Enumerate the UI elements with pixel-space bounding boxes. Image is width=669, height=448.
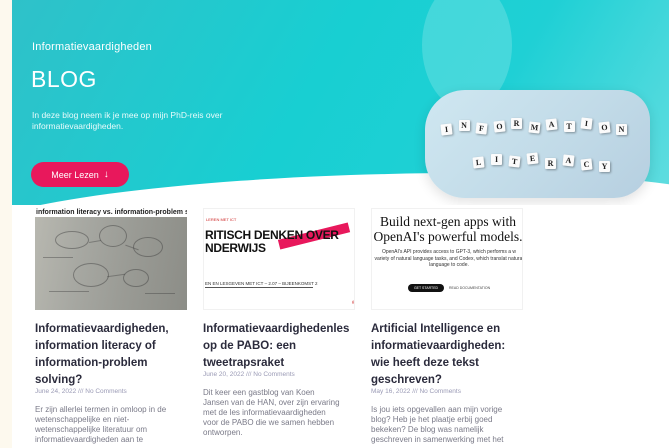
meta-separator: /// bbox=[78, 388, 84, 395]
excerpt-line: Dit keer een gastblog van Koen bbox=[203, 388, 315, 397]
post-title-line: information literacy of bbox=[35, 340, 156, 352]
excerpt-line: geschreven in samenwerking met het bbox=[371, 435, 504, 444]
excerpt-line: wetenschappelijke en niet- bbox=[35, 415, 130, 424]
arrow-down-icon: ↓ bbox=[103, 169, 109, 180]
post-excerpt: Is jou iets opgevallen aan mijn vorige b… bbox=[371, 405, 521, 445]
post-title-line: geschreven? bbox=[371, 374, 442, 386]
read-more-label: Meer Lezen bbox=[51, 169, 99, 180]
letter-tile: N bbox=[458, 120, 470, 131]
letter-tile: C bbox=[580, 158, 593, 171]
letter-tile: M bbox=[527, 121, 541, 134]
post-title-line: tweetrapsraket bbox=[203, 357, 285, 369]
excerpt-line: met de les informatievaardigheden bbox=[203, 408, 326, 417]
excerpt-line: Is jou iets opgevallen aan mijn vorige bbox=[371, 405, 503, 414]
letter-tile: N bbox=[616, 124, 627, 135]
letter-tile: Y bbox=[599, 161, 610, 172]
post-date: June 20, 2022 bbox=[203, 371, 245, 378]
post-date: May 16, 2022 bbox=[371, 388, 411, 395]
excerpt-line: ontworpen. bbox=[203, 428, 243, 437]
hero-banner: Informatievaardigheden BLOG In deze blog… bbox=[12, 0, 669, 205]
letter-tile: R bbox=[511, 118, 522, 129]
thumbnail-heading-line: NDERWIJS bbox=[205, 241, 266, 255]
meta-separator: /// bbox=[246, 371, 252, 378]
post-title-link[interactable]: Artificial Intelligence en informatievaa… bbox=[371, 321, 531, 389]
letter-tile: E bbox=[526, 152, 539, 165]
letter-tile: O bbox=[597, 121, 611, 134]
excerpt-line: Er zijn allerlei termen in omloop in de bbox=[35, 405, 167, 414]
post-thumbnail[interactable]: LEREN MET ICT RITISCH DENKEN OVER NDERWI… bbox=[203, 208, 355, 310]
thumbnail-heading: RITISCH DENKEN OVER NDERWIJS bbox=[205, 229, 339, 255]
hero-description: In deze blog neem ik je mee op mijn PhD-… bbox=[32, 110, 223, 131]
thumbnail-heading-line: Build next-gen apps with bbox=[379, 214, 517, 229]
letter-tile: L bbox=[472, 156, 485, 169]
post-comments-link[interactable]: No Comments bbox=[419, 388, 461, 395]
post-title-line: Informatievaardighedenles bbox=[203, 323, 350, 335]
letter-tile: T bbox=[508, 155, 521, 168]
read-more-button[interactable]: Meer Lezen ↓ bbox=[31, 162, 129, 187]
excerpt-line: wetenschappelijke literatuur om bbox=[35, 425, 148, 434]
excerpt-line: informatievaardigheden aan te bbox=[35, 435, 144, 444]
post-title-line: solving? bbox=[35, 374, 83, 386]
page-frame: Informatievaardigheden BLOG In deze blog… bbox=[12, 0, 669, 448]
blog-post-list: information literacy vs. information-pro… bbox=[12, 208, 669, 448]
post-title-link[interactable]: Informatievaardighedenles op de PABO: ee… bbox=[203, 321, 363, 372]
excerpt-line: blog? Heb je het plaatje erbij goed bbox=[371, 415, 493, 424]
post-meta: May 16, 2022 /// No Comments bbox=[371, 388, 461, 395]
thumbnail-footer: EN EN LESGEVEN MET ICT – 2.07 – BIJEENKO… bbox=[205, 281, 318, 286]
post-title-line: informatievaardigheden: bbox=[371, 340, 506, 352]
meta-separator: /// bbox=[412, 388, 418, 395]
information-literacy-image: INFORMATION LITERACY bbox=[425, 90, 650, 198]
blog-post-card: Build next-gen apps with OpenAI's powerf… bbox=[371, 208, 523, 444]
excerpt-line: bekeken? De blog was namelijk bbox=[371, 425, 484, 434]
letter-tile: I bbox=[580, 117, 593, 130]
letter-tile: A bbox=[545, 118, 558, 131]
post-comments-link[interactable]: No Comments bbox=[253, 371, 295, 378]
letter-tile: I bbox=[491, 154, 502, 165]
page-title: BLOG bbox=[31, 66, 97, 92]
post-thumbnail[interactable]: Build next-gen apps with OpenAI's powerf… bbox=[371, 208, 523, 310]
post-excerpt: Er zijn allerlei termen in omloop in de … bbox=[35, 405, 185, 445]
post-title-line: Informatievaardigheden, bbox=[35, 323, 169, 335]
post-title-line: op de PABO: een bbox=[203, 340, 297, 352]
post-meta: June 20, 2022 /// No Comments bbox=[203, 371, 295, 378]
post-date: June 24, 2022 bbox=[35, 388, 77, 395]
thumbnail-heading: Build next-gen apps with OpenAI's powerf… bbox=[372, 214, 523, 244]
hero-subtitle: Informatievaardigheden bbox=[32, 41, 152, 53]
thumbnail-underline bbox=[205, 287, 313, 288]
excerpt-line: Jansen van de HAN, over zijn ervaring bbox=[203, 398, 340, 407]
thumbnail-tag: LEREN MET ICT bbox=[206, 217, 237, 222]
letter-tile: F bbox=[475, 122, 488, 135]
excerpt-line: voor de PABO die we samen hebben bbox=[203, 418, 335, 427]
letter-tile: I bbox=[440, 123, 453, 136]
thumbnail-description: OpenAI's API provides access to GPT-3, w… bbox=[374, 249, 523, 268]
thumbnail-get-started-button: GET STARTED bbox=[408, 284, 444, 292]
letter-tile: A bbox=[562, 154, 575, 167]
post-comments-link[interactable]: No Comments bbox=[85, 388, 127, 395]
blog-post-card: information literacy vs. information-pro… bbox=[35, 208, 187, 444]
post-excerpt: Dit keer een gastblog van Koen Jansen va… bbox=[203, 388, 353, 438]
post-title-line: information-problem bbox=[35, 357, 148, 369]
thumbnail-corner-mark: # bbox=[352, 300, 355, 306]
letter-tile: T bbox=[563, 121, 575, 132]
letter-tile: R bbox=[545, 158, 556, 169]
whiteboard-photo bbox=[35, 217, 187, 310]
blog-post-card: LEREN MET ICT RITISCH DENKEN OVER NDERWI… bbox=[203, 208, 355, 437]
post-title-line: Artificial Intelligence en bbox=[371, 323, 501, 335]
thumbnail-documentation-link: READ DOCUMENTATION bbox=[449, 286, 491, 290]
thumbnail-caption: information literacy vs. information-pro… bbox=[35, 208, 187, 217]
thumbnail-heading-line: OpenAI's powerful models. bbox=[373, 229, 523, 244]
post-title-line: wie heeft deze tekst bbox=[371, 357, 480, 369]
post-meta: June 24, 2022 /// No Comments bbox=[35, 388, 127, 395]
post-title-link[interactable]: Informatievaardigheden, information lite… bbox=[35, 321, 195, 389]
letter-tile: O bbox=[492, 120, 506, 133]
post-thumbnail[interactable]: information literacy vs. information-pro… bbox=[35, 208, 187, 310]
